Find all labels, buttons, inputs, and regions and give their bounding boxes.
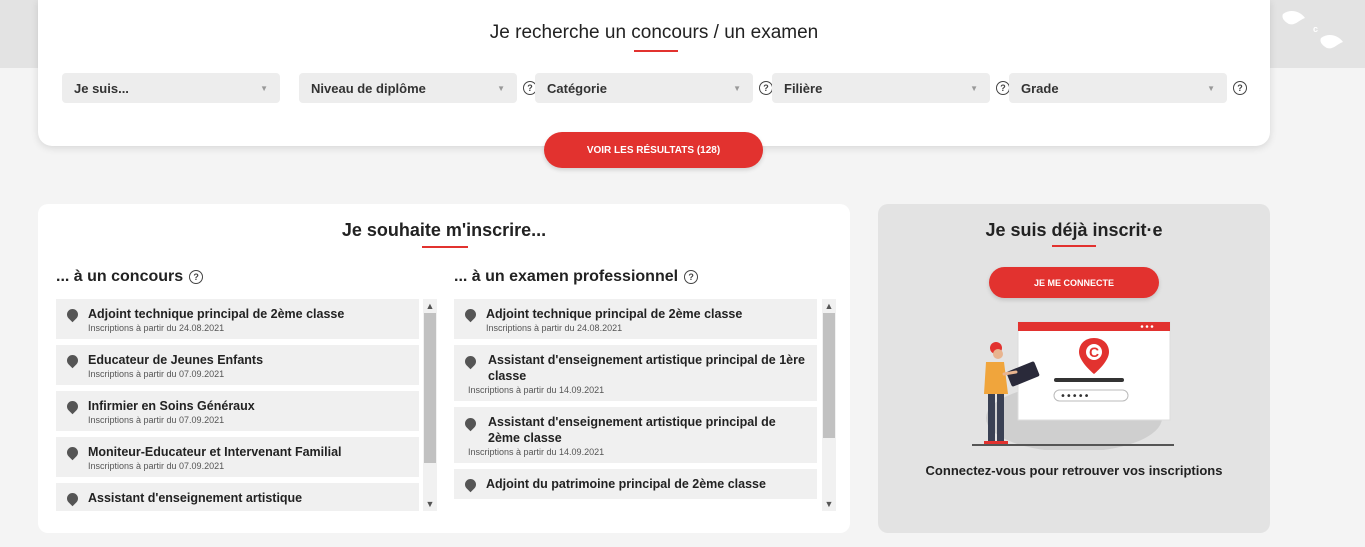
caret-down-icon: ▼ — [733, 83, 741, 93]
item-date: Inscriptions à partir du 24.08.2021 — [88, 323, 225, 333]
examens-list: Adjoint technique principal de 2ème clas… — [454, 299, 817, 511]
search-title: Je recherche un concours / un examen — [489, 22, 819, 43]
list-item[interactable]: Adjoint du patrimoine principal de 2ème … — [454, 469, 817, 499]
login-panel: Je suis déjà inscrit·e JE ME CONNECTE C … — [878, 204, 1270, 533]
title-underline — [1052, 245, 1096, 247]
scroll-up-arrow-icon[interactable]: ▲ — [822, 299, 836, 313]
select-value: Filière — [784, 80, 823, 96]
map-pin-icon — [64, 398, 81, 415]
item-date: Inscriptions à partir du 07.09.2021 — [88, 415, 225, 425]
categorie-select[interactable]: Catégorie ▼ — [535, 73, 753, 103]
item-date: Inscriptions à partir du 07.09.2021 — [88, 461, 225, 471]
map-pin-icon — [64, 352, 81, 369]
illustration-logo-text: C — [1089, 344, 1099, 360]
item-date: Inscriptions à partir du 24.08.2021 — [486, 323, 623, 333]
item-date: Inscriptions à partir du 07.09.2021 — [88, 369, 225, 379]
title-underline — [634, 50, 678, 52]
concours-scrollbar[interactable]: ▲ ▼ — [423, 299, 437, 511]
login-title: Je suis déjà inscrit·e — [985, 220, 1163, 240]
help-circle-icon[interactable]: ? — [684, 270, 699, 284]
help-circle-icon[interactable]: ? — [996, 81, 1010, 95]
je-suis-select[interactable]: Je suis... ▼ — [62, 73, 280, 103]
password-mask: ••••• — [1060, 391, 1090, 402]
map-pin-icon — [64, 444, 81, 461]
register-panel: Je souhaite m'inscrire... ... à un conco… — [38, 204, 850, 533]
item-date: Inscriptions à partir du 14.09.2021 — [468, 447, 605, 457]
caret-down-icon: ▼ — [497, 83, 505, 93]
concours-list: Adjoint technique principal de 2ème clas… — [56, 299, 419, 511]
filter-filiere: Filière ▼ ? — [772, 73, 1010, 103]
map-pin-icon — [462, 476, 479, 493]
scroll-thumb[interactable] — [823, 313, 835, 438]
scroll-down-arrow-icon[interactable]: ▼ — [423, 497, 437, 511]
scroll-down-arrow-icon[interactable]: ▼ — [822, 497, 836, 511]
help-circle-icon[interactable]: ? — [1233, 81, 1247, 95]
item-title: Adjoint technique principal de 2ème clas… — [486, 307, 743, 321]
login-caption: Connectez-vous pour retrouver vos inscri… — [925, 463, 1223, 478]
list-item[interactable]: Educateur de Jeunes Enfants Inscriptions… — [56, 345, 419, 385]
help-circle-icon[interactable]: ? — [189, 270, 204, 284]
filter-bar: Je suis... ▼ Niveau de diplôme ▼ ? Catég… — [62, 73, 1247, 103]
register-title: Je souhaite m'inscrire... — [341, 220, 547, 240]
caret-down-icon: ▼ — [1207, 83, 1215, 93]
caret-down-icon: ▼ — [970, 83, 978, 93]
map-pin-icon — [64, 306, 81, 323]
grade-select[interactable]: Grade ▼ — [1009, 73, 1227, 103]
title-underline — [422, 246, 468, 248]
list-item[interactable]: Adjoint technique principal de 2ème clas… — [454, 299, 817, 339]
scroll-thumb[interactable] — [424, 313, 436, 463]
item-title: Infirmier en Soins Généraux — [88, 399, 255, 413]
list-item[interactable]: Assistant d'enseignement artistique prin… — [454, 345, 817, 401]
svg-text:c: c — [1313, 24, 1318, 34]
connect-button[interactable]: JE ME CONNECTE — [989, 267, 1159, 298]
item-title: Adjoint technique principal de 2ème clas… — [88, 307, 345, 321]
logo-decoration-icon: c — [1282, 11, 1343, 49]
examens-scrollbar[interactable]: ▲ ▼ — [822, 299, 836, 511]
item-title: Assistant d'enseignement artistique — [88, 491, 303, 505]
select-value: Grade — [1021, 80, 1059, 96]
help-circle-icon[interactable]: ? — [759, 81, 773, 95]
examens-heading-text: ... à un examen professionnel — [454, 268, 679, 285]
examens-heading: ... à un examen professionnel ? — [454, 268, 699, 286]
item-title: Moniteur-Educateur et Intervenant Famili… — [88, 445, 342, 459]
concours-heading-text: ... à un concours — [56, 268, 184, 285]
filter-categorie: Catégorie ▼ ? — [535, 73, 773, 103]
item-title: Assistant d'enseignement artistique prin… — [488, 415, 776, 445]
map-pin-icon — [64, 490, 81, 507]
list-item[interactable]: Assistant d'enseignement artistique — [56, 483, 419, 511]
niveau-diplome-select[interactable]: Niveau de diplôme ▼ — [299, 73, 517, 103]
filter-je-suis: Je suis... ▼ — [62, 73, 280, 103]
search-panel: Je recherche un concours / un examen Je … — [38, 0, 1270, 146]
item-title: Educateur de Jeunes Enfants — [88, 353, 264, 367]
select-value: Niveau de diplôme — [311, 80, 426, 96]
filter-grade: Grade ▼ ? — [1009, 73, 1247, 103]
concours-heading: ... à un concours ? — [56, 268, 204, 286]
item-title: Assistant d'enseignement artistique prin… — [488, 353, 805, 383]
list-item[interactable]: Moniteur-Educateur et Intervenant Famili… — [56, 437, 419, 477]
view-results-button[interactable]: VOIR LES RÉSULTATS (128) — [544, 132, 763, 168]
item-title: Adjoint du patrimoine principal de 2ème … — [486, 477, 766, 491]
login-illustration: C ••••• — [972, 321, 1174, 450]
map-pin-icon — [462, 306, 479, 323]
item-date: Inscriptions à partir du 14.09.2021 — [468, 385, 605, 395]
select-value: Je suis... — [74, 80, 129, 96]
filiere-select[interactable]: Filière ▼ — [772, 73, 990, 103]
list-item[interactable]: Adjoint technique principal de 2ème clas… — [56, 299, 419, 339]
select-value: Catégorie — [547, 80, 607, 96]
filter-niveau: Niveau de diplôme ▼ ? — [299, 73, 537, 103]
scroll-up-arrow-icon[interactable]: ▲ — [423, 299, 437, 313]
list-item[interactable]: Assistant d'enseignement artistique prin… — [454, 407, 817, 463]
list-item[interactable]: Infirmier en Soins Généraux Inscriptions… — [56, 391, 419, 431]
caret-down-icon: ▼ — [260, 83, 268, 93]
